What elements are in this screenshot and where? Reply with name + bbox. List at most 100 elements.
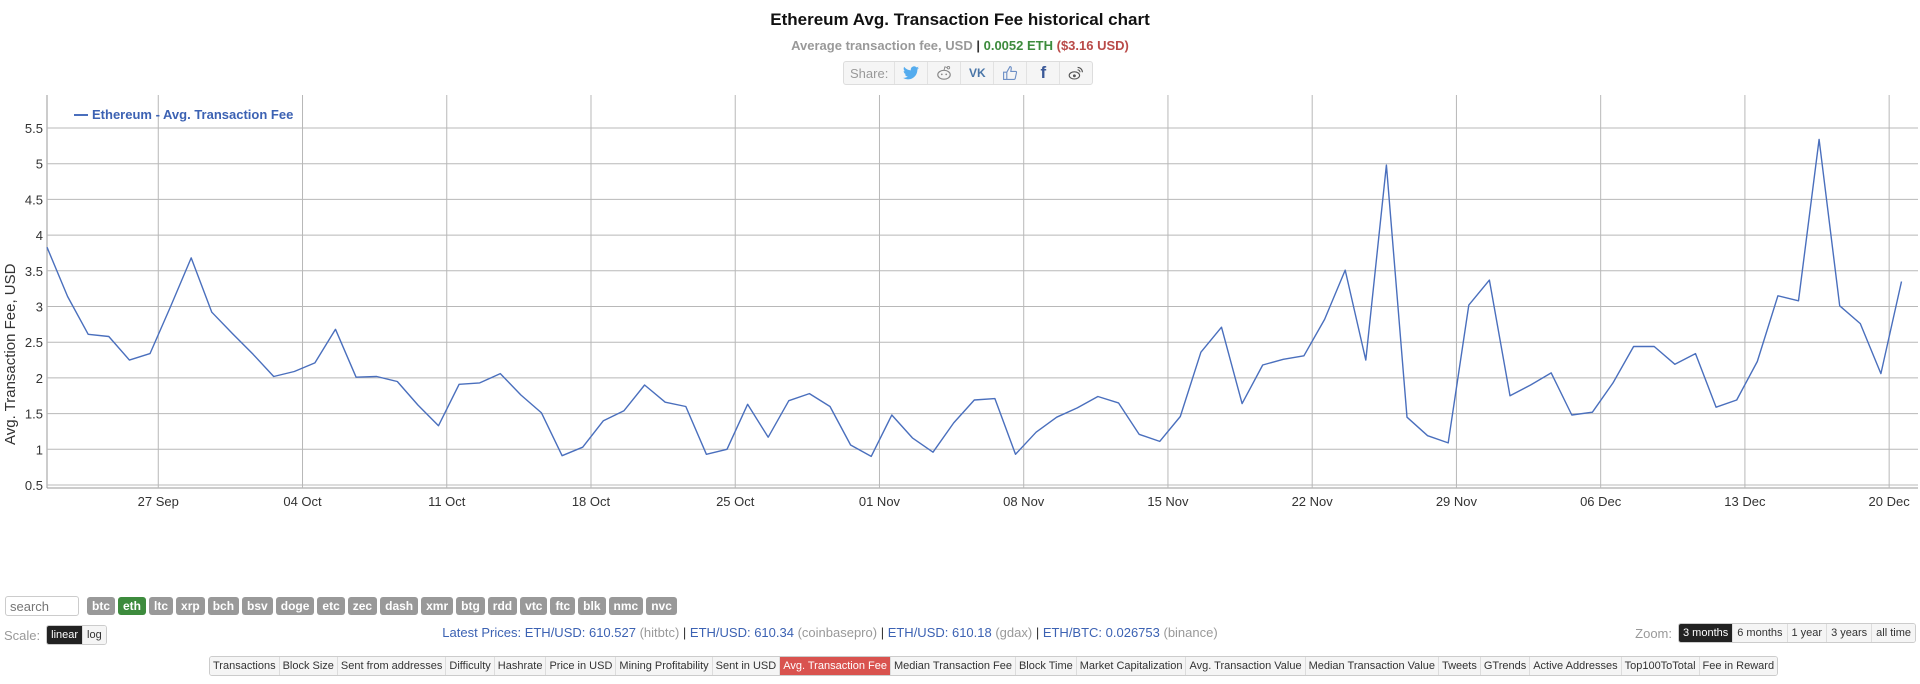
prices-prefix: Latest Prices: bbox=[442, 625, 522, 640]
coin-tag-vtc[interactable]: vtc bbox=[520, 597, 548, 615]
x-tick-label: 29 Nov bbox=[1436, 494, 1478, 509]
y-tick-label: 5.5 bbox=[25, 121, 43, 136]
x-tick-label: 25 Oct bbox=[716, 494, 755, 509]
coin-tag-nmc[interactable]: nmc bbox=[608, 597, 644, 615]
tab-tweets[interactable]: Tweets bbox=[1437, 657, 1480, 675]
tab-block-time[interactable]: Block Time bbox=[1014, 657, 1076, 675]
x-tick-label: 06 Dec bbox=[1580, 494, 1622, 509]
tab-mining-profitability[interactable]: Mining Profitability bbox=[615, 657, 712, 675]
legend[interactable]: Ethereum - Avg. Transaction Fee bbox=[74, 107, 293, 122]
tab-transactions[interactable]: Transactions bbox=[210, 657, 279, 675]
coin-tag-nvc[interactable]: nvc bbox=[646, 597, 677, 615]
coin-tag-etc[interactable]: etc bbox=[317, 597, 345, 615]
coin-tag-eth[interactable]: eth bbox=[118, 597, 146, 615]
twitter-icon[interactable] bbox=[894, 62, 927, 84]
zoom-option-6-months[interactable]: 6 months bbox=[1732, 624, 1787, 642]
scale-label: Scale: bbox=[4, 627, 41, 643]
zoom-options: 3 months 6 months 1 year 3 years all time bbox=[1678, 623, 1916, 643]
tab-block-size[interactable]: Block Size bbox=[278, 657, 337, 675]
facebook-icon[interactable]: f bbox=[1026, 62, 1059, 84]
coin-tag-zec[interactable]: zec bbox=[347, 597, 378, 615]
y-tick-label: 3.5 bbox=[25, 264, 43, 279]
coin-tag-xrp[interactable]: xrp bbox=[176, 597, 205, 615]
scale-option-log[interactable]: log bbox=[82, 626, 106, 644]
tab-sent-in-usd[interactable]: Sent in USD bbox=[711, 657, 780, 675]
x-tick-label: 11 Oct bbox=[428, 494, 466, 509]
coin-tag-btc[interactable]: btc bbox=[87, 597, 115, 615]
zoom-label: Zoom: bbox=[1635, 625, 1672, 641]
share-label: Share: bbox=[850, 65, 889, 81]
y-axis-label: Avg. Transaction Fee, USD bbox=[2, 263, 19, 445]
price-source: (hitbtc) bbox=[639, 625, 680, 640]
y-tick-label: 0.5 bbox=[25, 478, 43, 493]
line-chart: 0.5 1 1.5 2 2.5 3 3.5 4 4.5 5 5.5 27 Sep 04 Oct 11 O… bbox=[2, 95, 1918, 509]
price-items: ETH/USD: 610.527 (hitbtc) | ETH/USD: 610… bbox=[525, 625, 1218, 640]
price-separator: | bbox=[1032, 625, 1043, 640]
weibo-icon[interactable] bbox=[1059, 62, 1092, 84]
coin-tag-rdd[interactable]: rdd bbox=[487, 597, 518, 615]
tab-price-in-usd[interactable]: Price in USD bbox=[545, 657, 616, 675]
price-pair: ETH/USD: 610.527 bbox=[524, 625, 640, 640]
price-pair: ETH/BTC: 0.026753 bbox=[1042, 625, 1164, 640]
coin-tag-bch[interactable]: bch bbox=[207, 597, 240, 615]
scale-control: Scale: linear log bbox=[4, 625, 107, 645]
tab-difficulty[interactable]: Difficulty bbox=[445, 657, 494, 675]
tab-avg-transaction-value[interactable]: Avg. Transaction Value bbox=[1185, 657, 1305, 675]
subtitle-separator: | bbox=[976, 38, 980, 53]
scale-option-linear[interactable]: linear bbox=[47, 626, 83, 644]
coin-tag-doge[interactable]: doge bbox=[275, 597, 315, 615]
y-tick-label: 2 bbox=[36, 371, 43, 386]
x-axis-ticks: 27 Sep 04 Oct 11 Oct 18 Oct 25 Oct 01 Nov 08 N… bbox=[138, 494, 1911, 509]
tab-median-transaction-fee[interactable]: Median Transaction Fee bbox=[889, 657, 1015, 675]
coin-tag-dash[interactable]: dash bbox=[380, 597, 419, 615]
tab-hashrate[interactable]: Hashrate bbox=[493, 657, 546, 675]
y-tick-label: 3 bbox=[36, 300, 43, 315]
subtitle-label: Average transaction fee, USD bbox=[791, 38, 973, 53]
x-tick-label: 27 Sep bbox=[138, 494, 179, 509]
tab-avg-transaction-fee[interactable]: Avg. Transaction Fee bbox=[779, 657, 890, 675]
tab-median-transaction-value[interactable]: Median Transaction Value bbox=[1304, 657, 1438, 675]
tab-gtrends[interactable]: GTrends bbox=[1479, 657, 1530, 675]
coin-tag-blk[interactable]: blk bbox=[578, 597, 606, 615]
zoom-option-1-year[interactable]: 1 year bbox=[1786, 624, 1827, 642]
zoom-option-3-months[interactable]: 3 months bbox=[1679, 624, 1733, 642]
x-tick-label: 18 Oct bbox=[572, 494, 611, 509]
price-source: (coinbasepro) bbox=[797, 625, 878, 640]
coin-tag-xmr[interactable]: xmr bbox=[421, 597, 454, 615]
legend-label[interactable]: Ethereum - Avg. Transaction Fee bbox=[92, 107, 293, 122]
coin-list: btc eth ltc xrp bch bsv doge etc zec dash xmr btg rd… bbox=[87, 597, 677, 615]
like-icon[interactable] bbox=[993, 62, 1026, 84]
reddit-icon[interactable] bbox=[927, 62, 960, 84]
zoom-option-all-time[interactable]: all time bbox=[1871, 624, 1915, 642]
tab-top100tototal[interactable]: Top100ToTotal bbox=[1620, 657, 1699, 675]
y-tick-label: 1.5 bbox=[25, 407, 43, 422]
price-separator: | bbox=[679, 625, 690, 640]
tab-market-capitalization[interactable]: Market Capitalization bbox=[1075, 657, 1186, 675]
x-tick-label: 13 Dec bbox=[1724, 494, 1766, 509]
y-tick-label: 4 bbox=[36, 228, 43, 243]
price-source: (binance) bbox=[1163, 625, 1218, 640]
x-tick-label: 20 Dec bbox=[1869, 494, 1911, 509]
x-tick-label: 15 Nov bbox=[1147, 494, 1189, 509]
zoom-option-3-years[interactable]: 3 years bbox=[1826, 624, 1872, 642]
series-layer bbox=[46, 138, 1903, 458]
price-pair: ETH/USD: 610.34 bbox=[689, 625, 798, 640]
coin-tag-ftc[interactable]: ftc bbox=[550, 597, 576, 615]
coin-tag-bsv[interactable]: bsv bbox=[242, 597, 273, 615]
x-tick-label: 08 Nov bbox=[1003, 494, 1045, 509]
latest-prices: Latest Prices: ETH/USD: 610.527 (hitbtc)… bbox=[0, 625, 1660, 640]
tab-sent-from-addresses[interactable]: Sent from addresses bbox=[336, 657, 446, 675]
coin-tag-ltc[interactable]: ltc bbox=[149, 597, 174, 615]
subtitle-eth-value: 0.0052 ETH bbox=[983, 38, 1053, 53]
search-input[interactable] bbox=[5, 596, 79, 616]
tab-active-addresses[interactable]: Active Addresses bbox=[1529, 657, 1621, 675]
share-bar: Share: VK f bbox=[843, 61, 1094, 85]
price-source: (gdax) bbox=[995, 625, 1033, 640]
vk-icon[interactable]: VK bbox=[960, 62, 993, 84]
grid bbox=[46, 95, 1918, 489]
y-tick-label: 5 bbox=[36, 157, 43, 172]
price-separator: | bbox=[877, 625, 888, 640]
coin-tag-btg[interactable]: btg bbox=[456, 597, 485, 615]
tab-fee-in-reward[interactable]: Fee in Reward bbox=[1698, 657, 1778, 675]
y-tick-label: 4.5 bbox=[25, 192, 43, 207]
